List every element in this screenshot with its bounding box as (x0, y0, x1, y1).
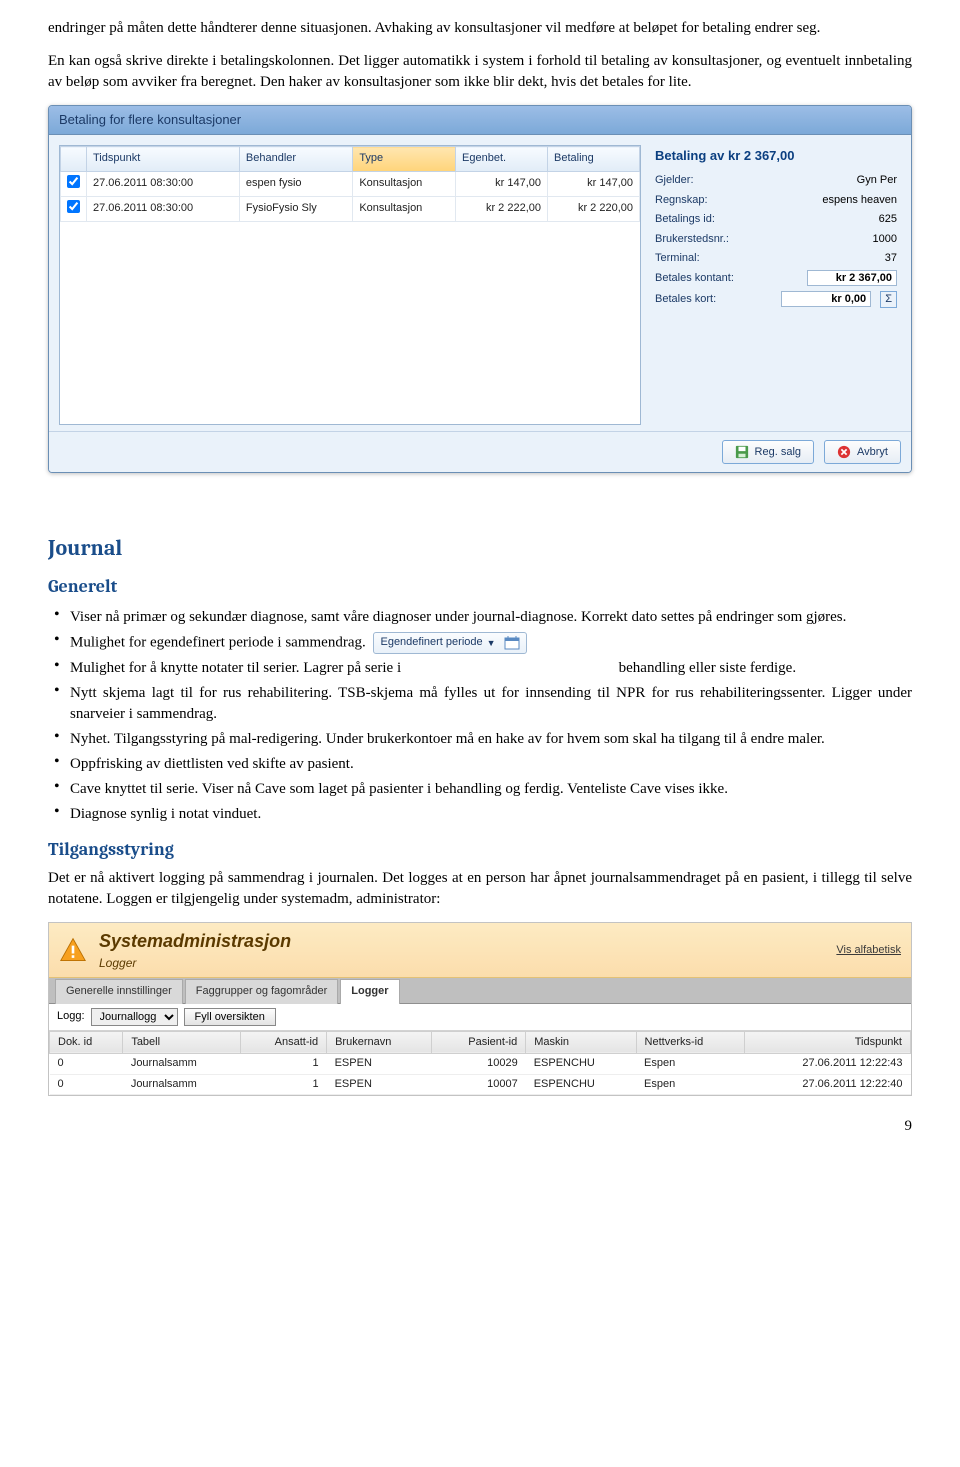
betid-label: Betalings id: (655, 212, 715, 227)
cell-egen: kr 2 222,00 (456, 196, 548, 221)
table-row[interactable]: 27.06.2011 08:30:00 espen fysio Konsulta… (61, 171, 640, 196)
col-behandler[interactable]: Behandler (239, 147, 352, 171)
kontant-input[interactable] (807, 270, 897, 286)
cell-tids: 27.06.2011 08:30:00 (87, 171, 240, 196)
cancel-icon (837, 445, 851, 459)
sysadm-tabs: Generelle innstillinger Faggrupper og fa… (49, 978, 911, 1003)
col-pasient[interactable]: Pasient-id (431, 1031, 525, 1053)
list-item: Oppfrisking av diettlisten ved skifte av… (70, 752, 912, 777)
tab-logger[interactable]: Logger (340, 979, 399, 1003)
tilgang-para: Det er nå aktivert logging på sammendrag… (48, 868, 912, 910)
cell-bet: kr 2 220,00 (548, 196, 640, 221)
intro-text-1: endringer på måten dette håndterer denne… (48, 20, 820, 36)
intro-para-1: endringer på måten dette håndterer denne… (48, 18, 912, 39)
intro-para-2: En kan også skrive direkte i betalingsko… (48, 51, 912, 93)
sysadm-title: Systemadministrasjon (99, 929, 291, 954)
tab-faggrupper[interactable]: Faggrupper og fagområder (185, 979, 338, 1003)
journal-bullets: Viser nå primær og sekundær diagnose, sa… (48, 605, 912, 827)
log-row[interactable]: 0 Journalsamm 1 ESPEN 10029 ESPENCHU Esp… (50, 1054, 911, 1074)
consultations-table: Tidspunkt Behandler Type Egenbet. Betali… (60, 146, 640, 222)
cell-type: Konsultasjon (353, 171, 456, 196)
kort-label: Betales kort: (655, 292, 716, 307)
list-item: Mulighet for egendefinert periode i samm… (70, 630, 912, 656)
gjelder-value: Gyn Per (857, 173, 897, 188)
col-egenbet[interactable]: Egenbet. (456, 147, 548, 171)
log-row[interactable]: 0 Journalsamm 1 ESPEN 10007 ESPENCHU Esp… (50, 1074, 911, 1094)
regnskap-value: espens heaven (822, 193, 897, 208)
warning-icon (59, 936, 87, 964)
payment-summary-pane: Betaling av kr 2 367,00 Gjelder:Gyn Per … (651, 145, 901, 425)
summary-title: Betaling av kr 2 367,00 (655, 147, 897, 165)
sysadm-window: Systemadministrasjon Logger Vis alfabeti… (48, 922, 912, 1096)
egendefinert-label: Egendefinert periode (380, 635, 482, 650)
payment-dialog: Betaling for flere konsultasjoner Tidspu… (48, 105, 912, 473)
reg-salg-label: Reg. salg (755, 446, 801, 458)
list-item: Viser nå primær og sekundær diagnose, sa… (70, 605, 912, 630)
table-row[interactable]: 27.06.2011 08:30:00 FysioFysio Sly Konsu… (61, 196, 640, 221)
bruker-label: Brukerstedsnr.: (655, 232, 729, 247)
list-item: Cave knyttet til serie. Viser nå Cave so… (70, 777, 912, 802)
cell-egen: kr 147,00 (456, 171, 548, 196)
col-maskin[interactable]: Maskin (526, 1031, 636, 1053)
list-item: Diagnose synlig i notat vinduet. (70, 802, 912, 827)
vis-alfabetisk-link[interactable]: Vis alfabetisk (836, 943, 901, 958)
save-icon (735, 445, 749, 459)
list-item: Nytt skjema lagt til for rus rehabiliter… (70, 681, 912, 727)
log-table: Dok. id Tabell Ansatt-id Brukernavn Pasi… (49, 1031, 911, 1095)
gjelder-label: Gjelder: (655, 173, 694, 188)
list-item: Mulighet for å knytte notater til serier… (70, 656, 912, 681)
cell-type: Konsultasjon (353, 196, 456, 221)
sysadm-subtitle: Logger (99, 955, 291, 972)
bruker-value: 1000 (873, 232, 897, 247)
log-toolbar: Logg: Journallogg Fyll oversikten (49, 1004, 911, 1031)
terminal-value: 37 (885, 251, 897, 266)
col-type[interactable]: Type (353, 147, 456, 171)
journal-heading: Journal (48, 533, 912, 564)
col-tidspunkt[interactable]: Tidspunkt (744, 1031, 910, 1053)
cell-beh: FysioFysio Sly (239, 196, 352, 221)
col-ansatt[interactable]: Ansatt-id (240, 1031, 326, 1053)
tilgang-heading: Tilgangsstyring (48, 837, 912, 862)
cell-beh: espen fysio (239, 171, 352, 196)
kort-input[interactable] (781, 291, 871, 307)
kontant-label: Betales kontant: (655, 271, 734, 286)
cell-bet: kr 147,00 (548, 171, 640, 196)
sigma-button[interactable]: Σ (880, 291, 897, 308)
consultations-table-pane: Tidspunkt Behandler Type Egenbet. Betali… (59, 145, 641, 425)
avbryt-button[interactable]: Avbryt (824, 440, 901, 464)
egendefinert-dropdown[interactable]: Egendefinert periode ▼ (373, 632, 526, 654)
fyll-button[interactable]: Fyll oversikten (184, 1008, 276, 1026)
col-tidspunkt[interactable]: Tidspunkt (87, 147, 240, 171)
col-betaling[interactable]: Betaling (548, 147, 640, 171)
tab-generelle[interactable]: Generelle innstillinger (55, 979, 183, 1003)
sysadm-header: Systemadministrasjon Logger Vis alfabeti… (49, 923, 911, 978)
logg-label: Logg: (57, 1009, 85, 1024)
logg-select[interactable]: Journallogg (91, 1008, 178, 1026)
reg-salg-button[interactable]: Reg. salg (722, 440, 814, 464)
cell-tids: 27.06.2011 08:30:00 (87, 196, 240, 221)
terminal-label: Terminal: (655, 251, 700, 266)
row-checkbox[interactable] (67, 175, 80, 188)
avbryt-label: Avbryt (857, 446, 888, 458)
chevron-down-icon: ▼ (487, 637, 496, 650)
regnskap-label: Regnskap: (655, 193, 708, 208)
calendar-icon[interactable] (504, 635, 520, 651)
betid-value: 625 (879, 212, 897, 227)
col-nettverk[interactable]: Nettverks-id (636, 1031, 744, 1053)
col-bruker[interactable]: Brukernavn (327, 1031, 432, 1053)
row-checkbox[interactable] (67, 200, 80, 213)
intro-text-2: En kan også skrive direkte i betalingsko… (48, 53, 334, 69)
dialog-footer: Reg. salg Avbryt (49, 431, 911, 472)
dialog-title: Betaling for flere konsultasjoner (49, 106, 911, 135)
col-tabell[interactable]: Tabell (123, 1031, 240, 1053)
generelt-heading: Generelt (48, 574, 912, 599)
col-dok[interactable]: Dok. id (50, 1031, 123, 1053)
list-item: Nyhet. Tilgangsstyring på mal-redigering… (70, 727, 912, 752)
page-number: 9 (48, 1116, 912, 1137)
